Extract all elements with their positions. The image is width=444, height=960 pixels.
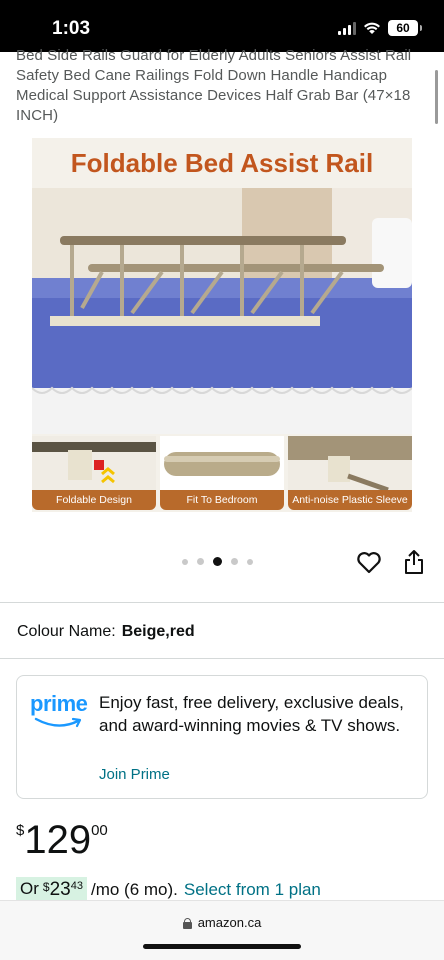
- colour-name-value: Beige,red: [121, 623, 195, 640]
- carousel-dot[interactable]: [197, 558, 204, 565]
- price-whole: 129: [24, 818, 92, 862]
- lock-icon: [182, 918, 192, 929]
- prime-smile-icon: [34, 717, 82, 728]
- battery-icon: 60: [388, 20, 422, 36]
- installment-fraction: 43: [70, 880, 83, 892]
- installment-currency: $: [42, 880, 50, 894]
- prime-logo-text: prime: [30, 691, 88, 716]
- carousel-dot[interactable]: [247, 558, 253, 565]
- installment-period: /mo (6 mo).: [90, 880, 178, 899]
- carousel-indicator[interactable]: [182, 557, 253, 566]
- colour-name-row: Colour Name: Beige,red: [17, 623, 195, 641]
- image-headline: Foldable Bed Assist Rail: [70, 148, 374, 178]
- colour-name-label: Colour Name:: [17, 623, 116, 640]
- carousel-dot[interactable]: [182, 558, 188, 565]
- divider: [0, 602, 444, 603]
- url-text: amazon.ca: [197, 915, 262, 930]
- status-icons: 60: [338, 20, 422, 36]
- url-display[interactable]: amazon.ca: [0, 915, 444, 930]
- prime-logo: prime: [30, 691, 90, 731]
- price-fraction: 00: [91, 822, 108, 839]
- product-price: $ 129 00: [16, 818, 108, 862]
- prime-promo-box: prime Enjoy fast, free delivery, exclusi…: [16, 675, 428, 799]
- installment-prefix: Or: [20, 879, 39, 898]
- carousel-dot[interactable]: [231, 558, 238, 565]
- fold-hinge-detail-image: [32, 436, 156, 490]
- wifi-icon: [363, 21, 381, 35]
- select-plan-link[interactable]: Select from 1 plan: [184, 880, 321, 900]
- product-image[interactable]: Foldable Bed Assist Rail Foldable Design…: [32, 138, 412, 512]
- installment-whole: 23: [49, 879, 71, 900]
- status-bar: 1:03 60: [0, 0, 444, 52]
- image-caption: Foldable Design: [32, 490, 156, 510]
- sleeve-detail-image: [288, 436, 412, 490]
- status-time: 1:03: [52, 18, 91, 39]
- share-icon[interactable]: [402, 548, 426, 576]
- scrollbar[interactable]: [435, 70, 438, 124]
- divider: [0, 658, 444, 659]
- cellular-signal-icon: [338, 21, 356, 35]
- tube-detail-image: [160, 436, 284, 490]
- image-caption: Fit To Bedroom: [160, 490, 284, 510]
- bed-rail-scene-image: [32, 188, 412, 434]
- price-currency: $: [16, 822, 25, 839]
- heart-icon[interactable]: [355, 548, 383, 576]
- product-title[interactable]: Bed Side Rails Guard for Elderly Adults …: [16, 46, 432, 126]
- prime-promo-text: Enjoy fast, free delivery, exclusive dea…: [99, 693, 404, 735]
- carousel-dot-active[interactable]: [213, 557, 222, 566]
- image-caption: Anti-noise Plastic Sleeve: [288, 490, 412, 510]
- home-indicator[interactable]: [143, 944, 301, 949]
- browser-url-bar[interactable]: amazon.ca: [0, 900, 444, 960]
- join-prime-link[interactable]: Join Prime: [99, 766, 170, 783]
